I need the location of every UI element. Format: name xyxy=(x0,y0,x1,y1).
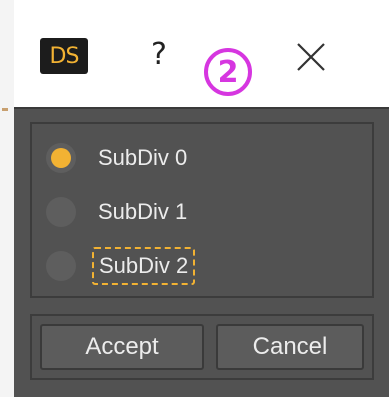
accept-button[interactable]: Accept xyxy=(40,324,204,370)
radio-option-subdiv-0[interactable]: SubDiv 0 xyxy=(32,136,372,180)
annotation-marker: 2 xyxy=(204,48,252,96)
help-button[interactable]: ? xyxy=(151,37,167,72)
radio-button[interactable] xyxy=(46,251,76,281)
radio-label: SubDiv 1 xyxy=(98,199,188,224)
radio-label-focused: SubDiv 2 xyxy=(92,247,196,285)
radio-option-subdiv-1[interactable]: SubDiv 1 xyxy=(32,190,372,234)
app-logo: DS xyxy=(40,38,88,74)
subdivision-radio-group: SubDiv 0 SubDiv 1 SubDiv 2 xyxy=(30,122,374,298)
close-button[interactable] xyxy=(294,40,328,74)
screen: DS ? 2 SubDiv 0 SubDiv 1 SubDiv 2 Accept… xyxy=(0,0,389,397)
radio-option-subdiv-2[interactable]: SubDiv 2 xyxy=(32,244,372,288)
cancel-button[interactable]: Cancel xyxy=(216,324,364,370)
background-app-edge xyxy=(0,0,14,397)
title-bar: DS ? 2 xyxy=(14,0,389,109)
radio-button-selected[interactable] xyxy=(46,143,76,173)
dialog-button-bar: Accept Cancel xyxy=(30,314,374,380)
radio-label: SubDiv 0 xyxy=(98,145,188,170)
close-icon xyxy=(297,43,325,71)
radio-button[interactable] xyxy=(46,197,76,227)
subdivision-dialog: DS ? 2 SubDiv 0 SubDiv 1 SubDiv 2 Accept… xyxy=(14,0,389,397)
